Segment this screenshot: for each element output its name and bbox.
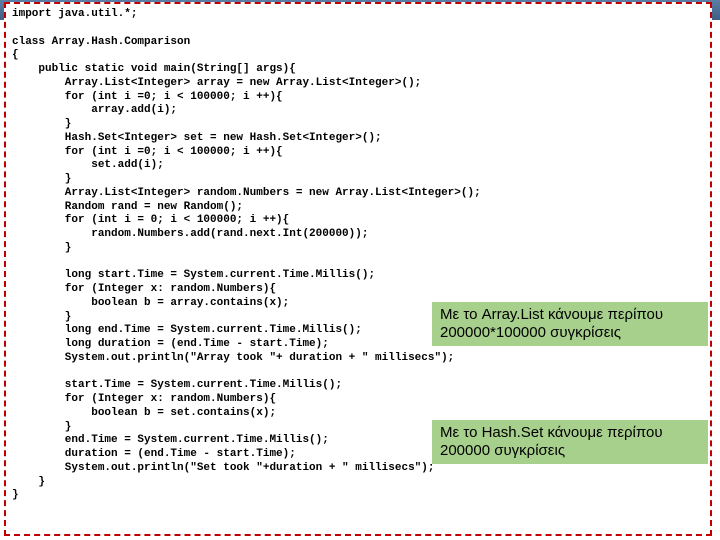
- code-line: import java.util.*;: [12, 8, 137, 20]
- code-line: end.Time = System.current.Time.Millis();: [12, 434, 329, 446]
- code-line: Array.List<Integer> random.Numbers = new…: [12, 187, 481, 199]
- code-line: }: [12, 173, 71, 185]
- code-line: start.Time = System.current.Time.Millis(…: [12, 379, 342, 391]
- code-line: System.out.println("Set took "+duration …: [12, 462, 434, 474]
- code-line: Random rand = new Random();: [12, 201, 243, 213]
- code-line: Hash.Set<Integer> set = new Hash.Set<Int…: [12, 132, 382, 144]
- code-line: for (int i = 0; i < 100000; i ++){: [12, 214, 289, 226]
- code-line: }: [12, 311, 71, 323]
- code-line: array.add(i);: [12, 104, 177, 116]
- code-line: System.out.println("Array took "+ durati…: [12, 352, 454, 364]
- code-line: class Array.Hash.Comparison: [12, 36, 190, 48]
- code-line: set.add(i);: [12, 159, 164, 171]
- code-line: long start.Time = System.current.Time.Mi…: [12, 269, 375, 281]
- callout-text: Με το Array.List κάνουμε περίπου: [440, 306, 663, 323]
- code-line: long end.Time = System.current.Time.Mill…: [12, 324, 362, 336]
- code-line: for (Integer x: random.Numbers){: [12, 283, 276, 295]
- code-line: boolean b = array.contains(x);: [12, 297, 289, 309]
- code-line: duration = (end.Time - start.Time);: [12, 448, 296, 460]
- callout-hashset: Με το Hash.Set κάνουμε περίπου 200000 συ…: [432, 420, 708, 464]
- code-line: boolean b = set.contains(x);: [12, 407, 276, 419]
- code-line: }: [12, 421, 71, 433]
- callout-text: 200000 συγκρίσεις: [440, 442, 565, 459]
- callout-text: Με το Hash.Set κάνουμε περίπου: [440, 424, 663, 441]
- code-line: }: [12, 118, 71, 130]
- code-line: long duration = (end.Time - start.Time);: [12, 338, 329, 350]
- code-line: {: [12, 49, 19, 61]
- code-line: for (int i =0; i < 100000; i ++){: [12, 91, 283, 103]
- callout-arraylist: Με το Array.List κάνουμε περίπου 200000*…: [432, 302, 708, 346]
- code-line: }: [12, 489, 19, 501]
- code-line: random.Numbers.add(rand.next.Int(200000)…: [12, 228, 368, 240]
- code-line: Array.List<Integer> array = new Array.Li…: [12, 77, 421, 89]
- code-line: }: [12, 476, 45, 488]
- code-line: }: [12, 242, 71, 254]
- code-line: public static void main(String[] args){: [12, 63, 296, 75]
- code-line: for (int i =0; i < 100000; i ++){: [12, 146, 283, 158]
- code-line: for (Integer x: random.Numbers){: [12, 393, 276, 405]
- callout-text: 200000*100000 συγκρίσεις: [440, 324, 621, 341]
